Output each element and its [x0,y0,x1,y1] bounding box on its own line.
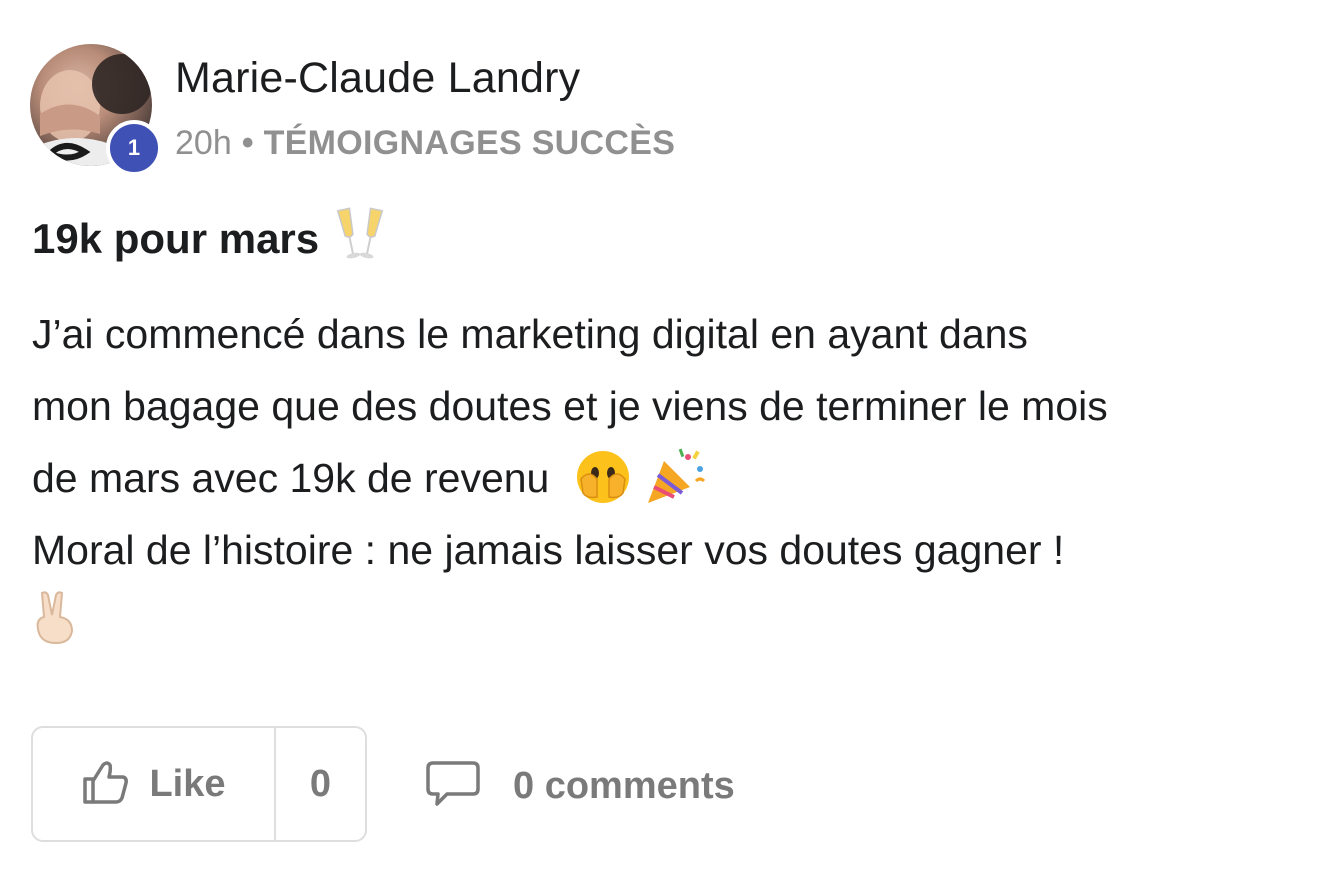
face-with-hand-over-mouth-icon [575,445,631,517]
like-button[interactable]: Like [33,728,276,840]
post-body-line-end-emoji [32,586,1302,658]
post-body-line: de mars avec 19k de revenu [32,455,550,501]
thumbs-up-icon [81,759,129,810]
post-body-line-with-emojis: de mars avec 19k de revenu [32,442,1302,514]
level-badge: 1 [106,120,162,176]
victory-hand-icon [32,589,78,661]
meta-separator: • [241,124,254,162]
like-label: Like [149,762,226,805]
comments-label: 0 comments [513,764,735,807]
comment-bubble-icon [425,759,481,814]
like-count[interactable]: 0 [276,728,365,840]
post-time: 20h [175,124,232,162]
party-popper-icon [644,445,708,517]
post-card: 1 Marie-Claude Landry 20h • TÉMOIGNAGES … [0,0,1320,876]
post-meta: 20h • TÉMOIGNAGES SUCCÈS [175,124,675,163]
author-avatar-container[interactable]: 1 [30,44,162,176]
author-name[interactable]: Marie-Claude Landry [175,54,580,103]
post-body-line: mon bagage que des doutes et je viens de… [32,383,1108,429]
comments-button[interactable]: 0 comments [425,756,735,816]
clinking-glasses-icon [335,205,385,273]
post-title-row: 19k pour mars [32,205,385,273]
post-body-line: J’ai commencé dans le marketing digital … [32,311,1028,357]
like-control: Like 0 [31,726,367,842]
post-body-line: Moral de l’histoire : ne jamais laisser … [32,527,1065,573]
post-body: J’ai commencé dans le marketing digital … [32,298,1302,658]
post-category[interactable]: TÉMOIGNAGES SUCCÈS [264,124,676,163]
post-title: 19k pour mars [32,215,320,262]
